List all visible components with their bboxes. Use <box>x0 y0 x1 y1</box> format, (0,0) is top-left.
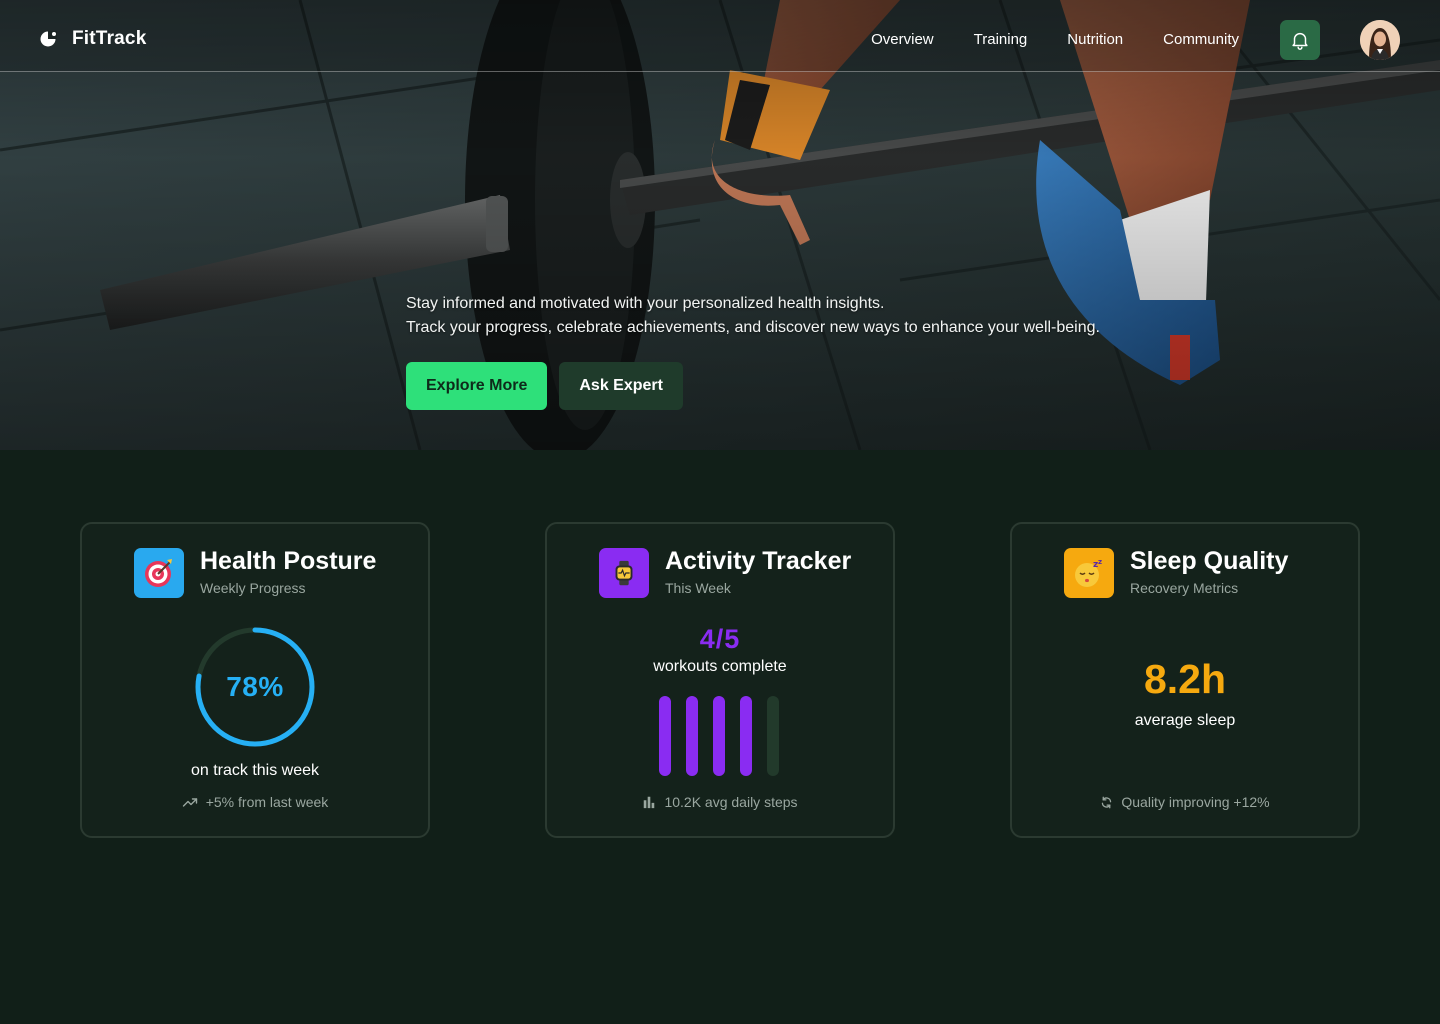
sleep-label: average sleep <box>1134 712 1236 729</box>
sleep-quality-card[interactable]: z z Sleep Quality Recovery Metrics 8.2h … <box>1010 522 1360 838</box>
nav-link-nutrition[interactable]: Nutrition <box>1067 31 1123 48</box>
card-header: Activity Tracker This Week <box>599 546 851 598</box>
target-icon <box>134 548 184 598</box>
smartwatch-glyph <box>615 560 633 586</box>
bell-icon <box>1292 32 1308 50</box>
card-header: z z Sleep Quality Recovery Metrics <box>1064 546 1288 598</box>
brand-logo-icon <box>40 31 57 47</box>
explore-more-button[interactable]: Explore More <box>406 362 548 410</box>
card-title: Sleep Quality <box>1130 547 1289 575</box>
progress-value: 78% <box>226 671 284 702</box>
workout-bar <box>740 696 752 776</box>
card-header: Health Posture Weekly Progress <box>134 546 376 598</box>
smartwatch-icon <box>599 548 649 598</box>
svg-text:z: z <box>1098 558 1102 566</box>
card-subtitle: Weekly Progress <box>200 580 306 596</box>
nav-link-overview[interactable]: Overview <box>871 31 934 48</box>
card-title: Activity Tracker <box>665 547 852 575</box>
nav-link-community[interactable]: Community <box>1163 31 1239 48</box>
progress-label: on track this week <box>190 762 320 779</box>
footer-text: 10.2K avg daily steps <box>664 794 798 810</box>
card-title: Health Posture <box>200 547 377 575</box>
hero-line-1: Stay informed and motivated with your pe… <box>406 295 885 312</box>
top-navigation: FitTrack Overview Training Nutrition Com… <box>0 0 1440 72</box>
target-glyph <box>145 559 172 587</box>
trending-up-icon <box>182 798 197 807</box>
nav-link-training[interactable]: Training <box>974 31 1028 48</box>
nav-links: Overview Training Nutrition Community <box>871 31 1239 48</box>
health-posture-card[interactable]: Health Posture Weekly Progress 78% on tr… <box>80 522 430 838</box>
progress-ring: 78% <box>192 624 318 750</box>
hero-buttons: Explore More Ask Expert <box>406 362 683 410</box>
card-footer: Quality improving +12% <box>1012 794 1358 810</box>
sleeping-face-glyph: z z <box>1075 558 1102 587</box>
user-avatar[interactable] <box>1360 20 1400 60</box>
workout-bar <box>659 696 671 776</box>
sleep-hours: 8.2h <box>1143 656 1227 702</box>
workout-bar <box>713 696 725 776</box>
brand-name: FitTrack <box>72 28 147 49</box>
workouts-count: 4/5 <box>699 624 741 654</box>
workouts-label: workouts complete <box>653 658 787 675</box>
sleeping-face-icon: z z <box>1064 548 1114 598</box>
notifications-button[interactable] <box>1280 20 1320 60</box>
bar-chart-icon <box>644 796 655 809</box>
hero-copy: Stay informed and motivated with your pe… <box>406 292 1100 340</box>
card-subtitle: Recovery Metrics <box>1130 580 1239 596</box>
footer-text: +5% from last week <box>205 794 329 810</box>
ask-expert-button[interactable]: Ask Expert <box>559 362 683 410</box>
activity-tracker-card[interactable]: Activity Tracker This Week 4/5 workouts … <box>545 522 895 838</box>
workout-bar <box>686 696 698 776</box>
avatar-portrait <box>1360 20 1400 60</box>
brand[interactable]: FitTrack <box>40 28 146 50</box>
footer-text: Quality improving +12% <box>1121 794 1270 810</box>
card-subtitle: This Week <box>665 580 731 596</box>
card-footer: +5% from last week <box>82 794 428 810</box>
refresh-icon <box>1102 796 1112 808</box>
hero-line-2: Track your progress, celebrate achieveme… <box>406 319 1100 336</box>
workout-bars <box>659 696 783 776</box>
workout-bar <box>767 696 779 776</box>
card-footer: 10.2K avg daily steps <box>547 794 893 810</box>
